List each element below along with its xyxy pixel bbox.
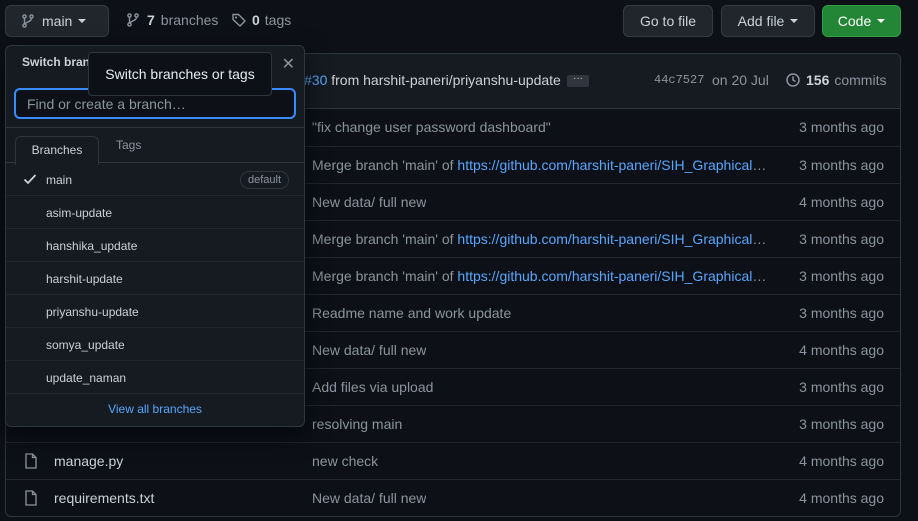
- branch-name: asim-update: [46, 206, 113, 220]
- file-icon: [24, 490, 38, 509]
- commit-count: 156: [806, 72, 830, 88]
- default-badge: default: [239, 171, 289, 189]
- branch-name: somya_update: [46, 338, 125, 352]
- branch-select-label: main: [42, 13, 73, 29]
- file-commit-message[interactable]: Merge branch 'main' of https://github.co…: [312, 157, 767, 173]
- tag-count: 0: [252, 12, 260, 28]
- file-commit-text: New data/ full new: [312, 194, 427, 210]
- file-icon: [24, 453, 38, 472]
- file-commit-text: new check: [312, 453, 379, 469]
- branch-name: hanshika_update: [46, 239, 138, 253]
- branches-link[interactable]: 7 branches: [125, 12, 218, 28]
- code-button[interactable]: Code: [822, 5, 901, 37]
- add-file-button[interactable]: Add file: [721, 5, 815, 37]
- add-file-label: Add file: [737, 13, 785, 29]
- caret-down-icon: [877, 19, 886, 23]
- file-row[interactable]: requirements.txt New data/ full new 4 mont…: [6, 479, 900, 516]
- file-commit-age: 3 months ago: [799, 119, 884, 135]
- branch-name: harshit-update: [46, 272, 123, 286]
- file-commit-age: 3 months ago: [799, 305, 884, 321]
- branches-word: branches: [160, 12, 219, 28]
- pr-link[interactable]: #30: [304, 72, 327, 88]
- file-commit-message[interactable]: Merge branch 'main' of https://github.co…: [312, 231, 767, 247]
- file-commit-message[interactable]: new check: [312, 453, 378, 469]
- branch-select-button[interactable]: main: [5, 5, 109, 37]
- branch-list: main default asim-update hanshika_updatehar…: [6, 163, 304, 394]
- branch-name: priyanshu-update: [46, 305, 139, 319]
- file-commit-text: Add files via upload: [312, 379, 434, 395]
- branch-dropdown: Switch branches/tags ✕ Branches Tags mai…: [5, 45, 305, 427]
- branch-item[interactable]: main default: [6, 163, 304, 196]
- file-row[interactable]: manage.py new check 4 months ago: [6, 442, 900, 479]
- branch-name: update_naman: [46, 371, 127, 385]
- branch-item[interactable]: asim-update: [6, 196, 304, 229]
- file-name[interactable]: manage.py: [54, 453, 123, 469]
- go-to-file-label: Go to file: [639, 13, 697, 29]
- dropdown-tabs: Branches Tags: [6, 127, 304, 165]
- file-commit-text: New data/ full new: [312, 342, 427, 358]
- commit-date: on 20 Jul: [712, 72, 769, 88]
- file-commit-text: Readme name and work update: [312, 305, 512, 321]
- file-commit-message[interactable]: "fix change user password dashboard": [312, 119, 551, 135]
- tooltip: Switch branches or tags: [88, 52, 272, 96]
- git-branch-icon: [125, 12, 141, 28]
- file-commit-text: Merge branch 'main' of: [312, 268, 458, 284]
- code-label: Code: [837, 13, 872, 29]
- commits-history-link[interactable]: 156 commits: [785, 72, 886, 88]
- branch-item[interactable]: somya_update: [6, 328, 304, 361]
- latest-commit-message[interactable]: #30 from harshit-paneri/priyanshu-update: [304, 72, 561, 88]
- expand-commit-button[interactable]: ···: [567, 74, 589, 87]
- file-commit-message[interactable]: New data/ full new: [312, 490, 426, 506]
- branch-item[interactable]: priyanshu-update: [6, 295, 304, 328]
- history-icon: [785, 72, 801, 88]
- file-commit-message[interactable]: Readme name and work update: [312, 305, 511, 321]
- commit-message-rest: from harshit-paneri/priyanshu-update: [327, 72, 561, 88]
- file-commit-text: New data/ full new: [312, 490, 427, 506]
- close-icon[interactable]: ✕: [282, 54, 295, 74]
- branch-name: main: [46, 173, 73, 187]
- file-commit-age: 3 months ago: [799, 157, 884, 173]
- file-commit-message[interactable]: New data/ full new: [312, 194, 426, 210]
- commits-word: commits: [834, 72, 887, 88]
- file-commit-message[interactable]: Merge branch 'main' of https://github.co…: [312, 268, 767, 284]
- go-to-file-button[interactable]: Go to file: [623, 5, 713, 37]
- file-commit-age: 4 months ago: [799, 194, 884, 210]
- file-commit-text: Merge branch 'main' of: [312, 231, 458, 247]
- file-commit-text: resolving main: [312, 416, 403, 432]
- branch-count: 7: [147, 12, 155, 28]
- file-commit-age: 3 months ago: [799, 416, 884, 432]
- file-commit-age: 3 months ago: [799, 379, 884, 395]
- file-commit-message[interactable]: resolving main: [312, 416, 402, 432]
- file-commit-text: "fix change user password dashboard": [312, 119, 551, 135]
- file-commit-age: 4 months ago: [799, 453, 884, 469]
- file-commit-link[interactable]: https://github.com/harshit-paneri/SIH_Gr…: [457, 231, 767, 247]
- tags-link[interactable]: 0 tags: [231, 12, 291, 28]
- branch-item[interactable]: harshit-update: [6, 262, 304, 295]
- tags-word: tags: [264, 12, 292, 28]
- check-icon: [23, 173, 37, 188]
- file-commit-age: 3 months ago: [799, 268, 884, 284]
- file-commit-age: 4 months ago: [799, 342, 884, 358]
- branch-item[interactable]: update_naman: [6, 361, 304, 394]
- file-commit-age: 3 months ago: [799, 231, 884, 247]
- git-branch-icon: [20, 13, 36, 29]
- caret-down-icon: [790, 19, 799, 23]
- view-all-branches-link[interactable]: View all branches: [6, 402, 304, 416]
- caret-down-icon: [78, 19, 87, 23]
- file-commit-message[interactable]: Add files via upload: [312, 379, 433, 395]
- file-commit-link[interactable]: https://github.com/harshit-paneri/SIH_Gr…: [457, 268, 767, 284]
- tag-icon: [231, 12, 247, 28]
- file-commit-message[interactable]: New data/ full new: [312, 342, 426, 358]
- file-commit-age: 4 months ago: [799, 490, 884, 506]
- file-commit-link[interactable]: https://github.com/harshit-paneri/SIH_Gr…: [457, 157, 767, 173]
- commit-sha[interactable]: 44c7527: [654, 73, 704, 87]
- branch-item[interactable]: hanshika_update: [6, 229, 304, 262]
- tab-tags[interactable]: Tags: [116, 138, 141, 152]
- tab-branches[interactable]: Branches: [15, 136, 99, 165]
- file-commit-text: Merge branch 'main' of: [312, 157, 458, 173]
- file-name[interactable]: requirements.txt: [54, 490, 154, 506]
